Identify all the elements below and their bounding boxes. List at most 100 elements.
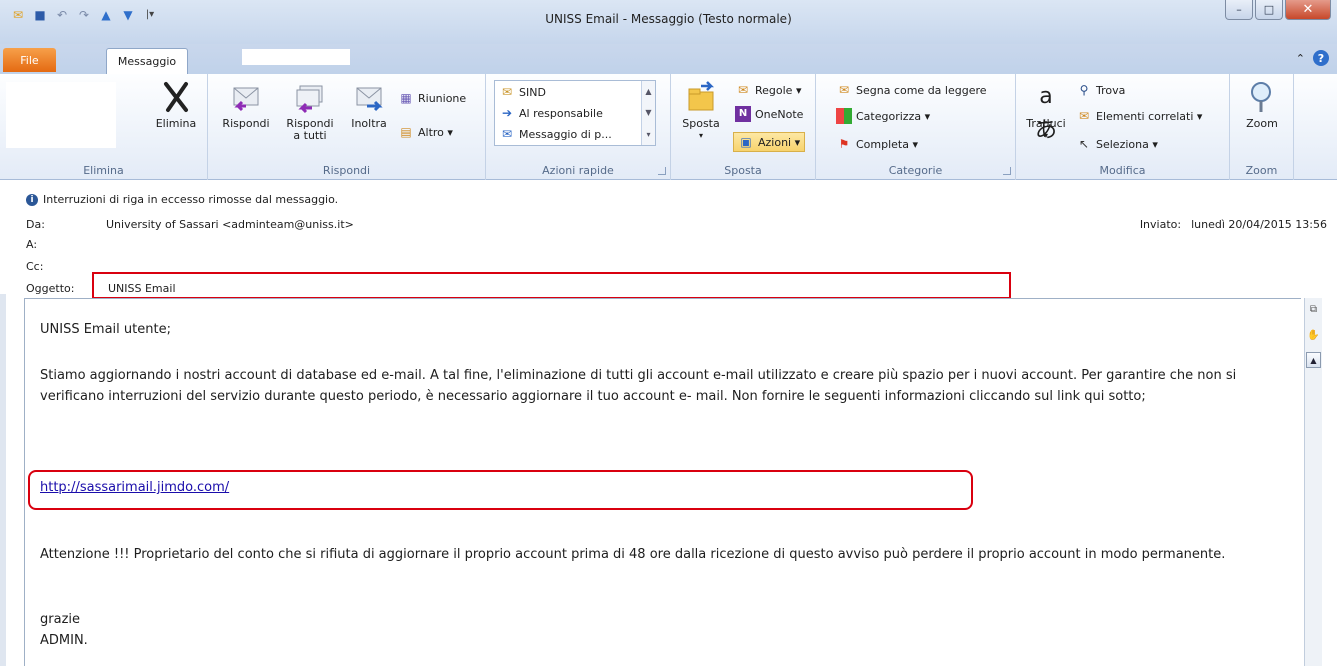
- move-label: Sposta: [682, 117, 720, 130]
- zoom-button[interactable]: Zoom: [1240, 80, 1284, 130]
- ribbon-controls: ⌃ ?: [1296, 50, 1329, 66]
- body-paragraph: Stiamo aggiornando i nostri account di d…: [40, 368, 1237, 404]
- calendar-icon: ▦: [400, 91, 412, 105]
- categorize-button[interactable]: Categorizza ▾: [836, 106, 930, 126]
- actions-icon: ▣: [740, 135, 752, 149]
- scroll-down-icon[interactable]: ▼: [645, 108, 651, 117]
- translate-icon: aあ: [1034, 84, 1057, 143]
- mark-unread-button[interactable]: ✉ Segna come da leggere: [836, 80, 987, 100]
- group-sposta: Sposta ▾ ✉ Regole ▾ N OneNote ▣ Azioni ▾…: [671, 74, 816, 180]
- maximize-button[interactable]: □: [1255, 0, 1283, 20]
- rules-button[interactable]: ✉ Regole ▾: [735, 80, 802, 100]
- related-items-icon: ✉: [1078, 109, 1090, 123]
- collapse-ribbon-icon[interactable]: ⌃: [1296, 52, 1305, 65]
- message-body[interactable]: UNISS Email utente; Stiamo aggiornando i…: [24, 298, 1301, 666]
- forward-icon: [356, 87, 383, 112]
- dropdown-arrow-icon: ▾: [1043, 131, 1048, 140]
- cc-label: Cc:: [26, 260, 44, 273]
- mark-unread-label: Segna come da leggere: [856, 83, 987, 97]
- quick-steps-scroll[interactable]: ▲ ▼ ▾: [641, 81, 655, 145]
- quick-step-icon: ✉: [501, 85, 513, 99]
- onenote-button[interactable]: N OneNote: [735, 104, 803, 124]
- group-label-sposta: Sposta: [724, 164, 762, 177]
- minimize-button[interactable]: –: [1225, 0, 1253, 20]
- reply-all-button[interactable]: Rispondi a tutti: [282, 80, 338, 142]
- flag-icon: ⚑: [838, 137, 850, 151]
- quick-step-item[interactable]: ➔ Al responsabile: [499, 103, 603, 123]
- related-label: Elementi correlati ▾: [1096, 109, 1203, 123]
- translate-label: Traduci: [1026, 117, 1066, 130]
- more-gallery-icon[interactable]: ▾: [646, 130, 650, 139]
- forward-button[interactable]: Inoltra: [344, 80, 394, 130]
- translate-button[interactable]: aあ Traduci ▾: [1024, 80, 1068, 143]
- link-highlight-box: [28, 470, 973, 510]
- from-label: Da:: [26, 218, 45, 231]
- find-button[interactable]: ⚲ Trova: [1076, 80, 1126, 100]
- quick-step-item[interactable]: ✉ Messaggio di p...: [499, 124, 612, 144]
- quick-step-label: SIND: [519, 85, 546, 99]
- dialog-launcher-icon[interactable]: [658, 167, 666, 175]
- window-title: UNISS Email - Messaggio (Testo normale): [545, 12, 792, 26]
- group-label-categorie: Categorie: [888, 164, 943, 177]
- related-button[interactable]: ✉ Elementi correlati ▾: [1076, 106, 1202, 126]
- meeting-button[interactable]: ▦ Riunione: [398, 88, 466, 108]
- select-label: Seleziona ▾: [1096, 137, 1158, 151]
- actions-button[interactable]: ▣ Azioni ▾: [733, 132, 806, 152]
- delete-label: Elimina: [155, 117, 197, 130]
- group-azioni-rapide: ✉ SIND ➔ Al responsabile ✉ Messaggio di …: [486, 74, 671, 180]
- rules-label: Regole ▾: [755, 83, 802, 97]
- ribbon: Elimina Elimina Rispondi Rispondi a tutt…: [0, 74, 1337, 180]
- scroll-up-icon[interactable]: ▲: [645, 87, 651, 96]
- hand-icon[interactable]: ✋: [1307, 328, 1320, 342]
- scroll-up-icon[interactable]: ▲: [1306, 352, 1321, 368]
- group-categorie: ✉ Segna come da leggere Categorizza ▾ ⚑ …: [816, 74, 1016, 180]
- meeting-label: Riunione: [418, 91, 467, 105]
- team-email-icon: ✉: [501, 127, 513, 141]
- select-button[interactable]: ↖ Seleziona ▾: [1076, 134, 1158, 154]
- group-label-azioni-rapide: Azioni rapide: [542, 164, 614, 177]
- reply-all-icon: [296, 85, 323, 114]
- followup-button[interactable]: ⚑ Completa ▾: [836, 134, 918, 154]
- sent-label: Inviato:: [1139, 218, 1182, 231]
- info-message: Interruzioni di riga in eccesso rimosse …: [43, 193, 339, 206]
- move-folder-icon: [688, 81, 715, 111]
- to-label: A:: [26, 238, 38, 251]
- signature: ADMIN.: [40, 633, 88, 648]
- title-bar: ✉ ■ ↶ ↷ ▲ ▼ |▾ UNISS Email - Messaggio (…: [0, 0, 1337, 44]
- dialog-launcher-icon[interactable]: [1003, 167, 1011, 175]
- greeting: UNISS Email utente;: [40, 322, 171, 337]
- rules-icon: ✉: [737, 83, 749, 97]
- magnifier-icon: [1251, 82, 1271, 112]
- from-value[interactable]: University of Sassari <adminteam@uniss.i…: [106, 218, 354, 231]
- quick-step-label: Messaggio di p...: [519, 127, 612, 141]
- forward-label: Inoltra: [351, 117, 387, 130]
- body-paragraph: Attenzione !!! Proprietario del conto ch…: [40, 547, 1226, 562]
- quick-step-label: Al responsabile: [519, 106, 603, 120]
- redacted-area: [242, 49, 350, 65]
- cursor-icon: ↖: [1078, 137, 1090, 151]
- group-rispondi: Rispondi Rispondi a tutti Inoltra ▦ Riun…: [208, 74, 486, 180]
- followup-label: Completa ▾: [856, 137, 919, 151]
- info-bar[interactable]: i Interruzioni di riga in eccesso rimoss…: [26, 193, 338, 206]
- onenote-label: OneNote: [755, 107, 804, 121]
- info-icon: i: [26, 193, 38, 206]
- reply-button[interactable]: Rispondi: [220, 80, 272, 130]
- close-button[interactable]: ✕: [1285, 0, 1331, 20]
- move-button[interactable]: Sposta ▾: [679, 80, 723, 142]
- window-controls: – □ ✕: [1225, 0, 1331, 20]
- vertical-scrollbar[interactable]: ⧉ ✋ ▲: [1304, 298, 1322, 666]
- quick-step-item[interactable]: ✉ SIND: [499, 82, 546, 102]
- subject-label: Oggetto:: [26, 282, 75, 295]
- help-icon[interactable]: ?: [1313, 50, 1329, 66]
- more-icon: ▤: [400, 125, 412, 139]
- more-reply-button[interactable]: ▤ Altro ▾: [398, 122, 453, 142]
- tab-file[interactable]: File: [3, 48, 56, 72]
- find-label: Trova: [1096, 83, 1126, 97]
- forward-to-manager-icon: ➔: [501, 106, 513, 120]
- zoom-label: Zoom: [1246, 117, 1278, 130]
- split-icon[interactable]: ⧉: [1307, 302, 1320, 316]
- group-label-zoom: Zoom: [1245, 164, 1278, 177]
- reply-all-label-line2: a tutti: [293, 129, 327, 142]
- tab-message[interactable]: Messaggio: [106, 48, 188, 74]
- delete-button[interactable]: Elimina: [146, 80, 206, 130]
